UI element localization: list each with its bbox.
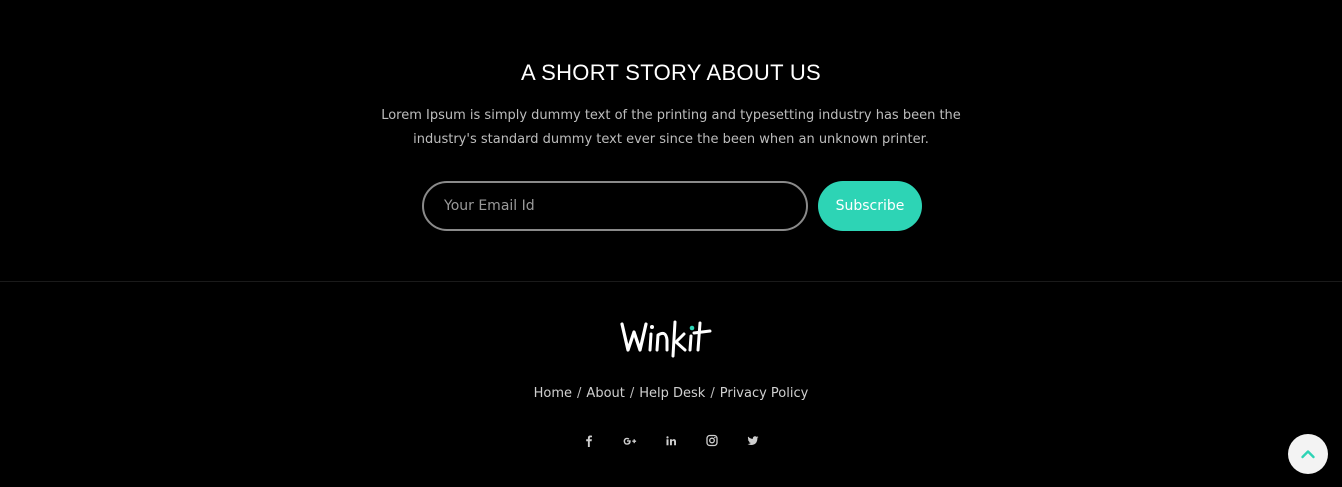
linkedin-icon[interactable] (661, 432, 681, 450)
social-links (0, 430, 1342, 450)
section-heading: A SHORT STORY ABOUT US (520, 60, 822, 85)
footer-nav-help-desk[interactable]: Help Desk (639, 386, 705, 401)
chevron-up-icon (1301, 450, 1315, 459)
section-description: Lorem Ipsum is simply dummy text of the … (381, 108, 961, 147)
facebook-icon[interactable] (579, 432, 599, 450)
instagram-icon[interactable] (702, 432, 722, 450)
nav-separator: / (710, 386, 715, 401)
logo[interactable] (596, 310, 746, 360)
footer-nav: Home / About / Help Desk / Privacy Policy (0, 386, 1342, 401)
email-input[interactable] (422, 181, 808, 231)
nav-separator: / (629, 386, 635, 401)
footer: Home / About / Help Desk / Privacy Policy (0, 282, 1342, 487)
google-plus-icon[interactable] (620, 432, 640, 450)
scroll-to-top-button[interactable] (1288, 434, 1328, 474)
footer-nav-home[interactable]: Home (534, 386, 572, 401)
footer-nav-about[interactable]: About (586, 386, 624, 401)
subscribe-button[interactable]: Subscribe (818, 181, 922, 231)
newsletter-section: A SHORT STORY ABOUT US Lorem Ipsum is si… (0, 0, 1342, 281)
winkit-logo-image (620, 320, 712, 358)
footer-nav-privacy-policy[interactable]: Privacy Policy (720, 386, 809, 401)
page: A SHORT STORY ABOUT US Lorem Ipsum is si… (0, 0, 1342, 487)
nav-separator: / (577, 386, 582, 401)
twitter-icon[interactable] (743, 432, 763, 450)
